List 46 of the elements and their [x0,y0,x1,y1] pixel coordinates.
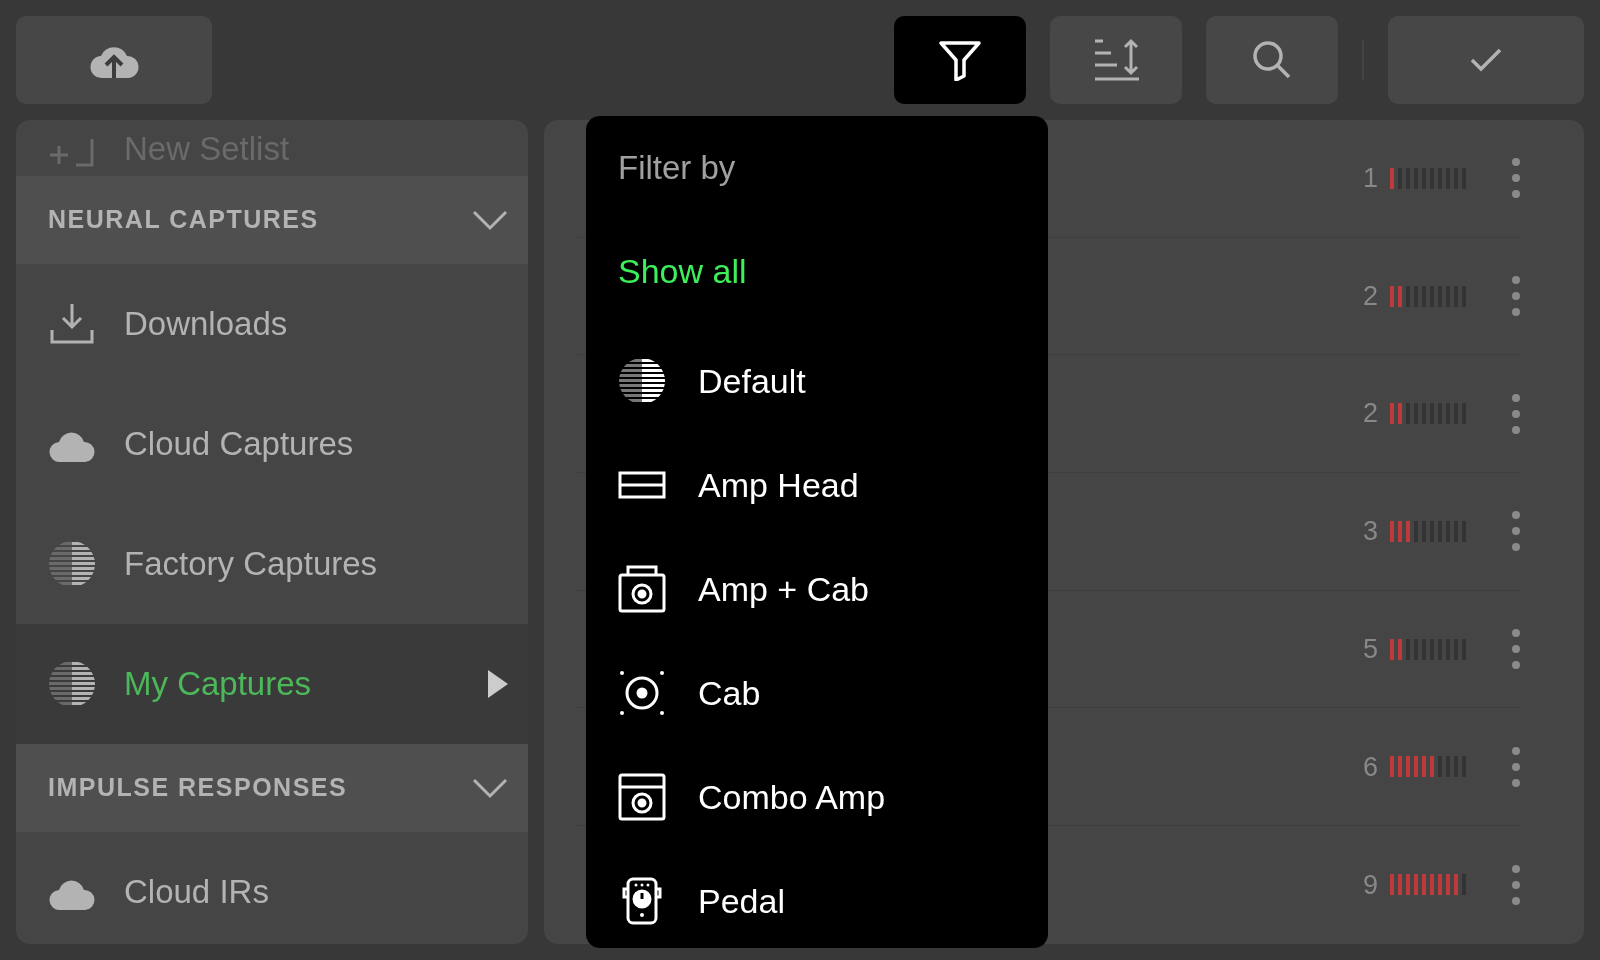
more-icon[interactable] [1512,158,1520,199]
menu-item[interactable]: Amp Head [618,433,1016,537]
search-button[interactable] [1206,16,1338,104]
pedal-icon [622,877,662,925]
level-number: 2 [1362,397,1378,431]
combo-amp-icon [618,773,666,821]
striped-circle-icon [618,357,666,405]
menu-item[interactable]: Pedal [618,849,1016,953]
sort-button[interactable] [1050,16,1182,104]
speaker-icon [618,669,666,717]
menu-title: Filter by [618,148,737,188]
amp-cab-icon [618,565,666,613]
checkmark-icon [1470,48,1502,72]
sidebar-item[interactable]: Factory Captures [16,504,528,624]
play-icon [488,670,508,698]
level-number: 6 [1362,750,1378,784]
amp-head-icon [618,471,666,499]
more-icon[interactable] [1512,511,1520,552]
sidebar-item[interactable]: My Captures [16,624,528,744]
more-icon[interactable] [1512,276,1520,317]
sort-icon [1093,37,1139,83]
more-icon[interactable] [1512,746,1520,787]
more-icon[interactable] [1512,393,1520,434]
level-number: 5 [1362,632,1378,666]
menu-item[interactable]: Default [618,329,1016,433]
menu-item[interactable]: Amp + Cab [618,537,1016,641]
striped-circle-icon [48,660,96,708]
striped-circle-icon [48,540,96,588]
more-icon[interactable] [1512,864,1520,905]
section-header[interactable]: NEURAL CAPTURES [16,176,528,264]
section-header[interactable]: IMPULSE RESPONSES [16,744,528,832]
filter-icon [938,39,982,81]
sidebar-item[interactable]: Downloads [16,264,528,384]
level-number: 1 [1362,162,1378,196]
level-number: 3 [1362,515,1378,549]
menu-item[interactable]: Cab [618,641,1016,745]
sidebar-item[interactable]: Cloud Captures [16,384,528,504]
sidebar-item[interactable]: Cloud IRs [16,832,528,944]
menu-item[interactable]: Combo Amp [618,745,1016,849]
level-number: 2 [1362,279,1378,313]
filter-button[interactable] [894,16,1026,104]
level-number: 9 [1362,868,1378,902]
more-icon[interactable] [1512,629,1520,670]
upload-button[interactable] [16,16,212,104]
menu-item[interactable]: Show all [618,249,1016,293]
search-icon [1252,40,1292,80]
